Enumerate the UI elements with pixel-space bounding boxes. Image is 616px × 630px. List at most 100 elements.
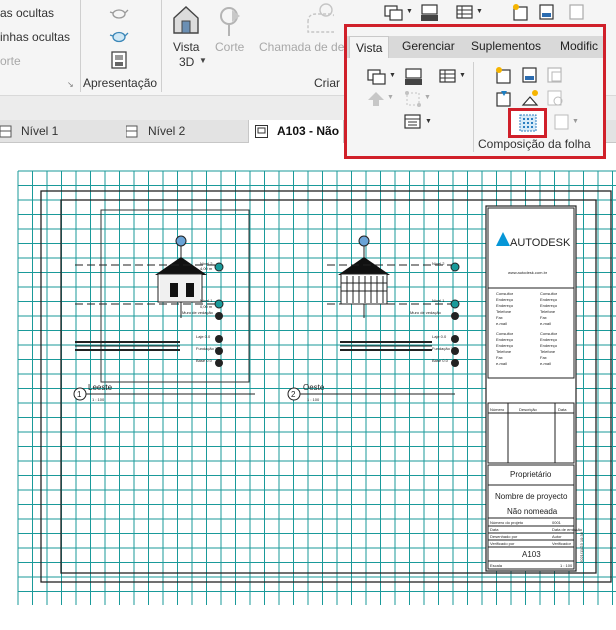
dialog-launcher-icon[interactable]: ↘: [67, 80, 74, 89]
consultant-line-right: Consultor: [540, 291, 558, 296]
section-icon[interactable]: [218, 5, 244, 37]
titleblock-row-value: 0001: [552, 520, 562, 525]
chevron-down-icon[interactable]: ▼: [476, 8, 483, 15]
consultant-line-right-2: Consultor: [540, 331, 558, 336]
duplicate-view-icon[interactable]: [383, 5, 405, 21]
tab-gerenciar[interactable]: Gerenciar: [402, 39, 455, 53]
revisions-icon[interactable]: [568, 3, 586, 21]
autodesk-logo: AUTODESK: [510, 237, 571, 249]
consultant-line-left-2: Fax: [496, 355, 503, 360]
svg-text:www.autodesk.com.br: www.autodesk.com.br: [508, 270, 548, 275]
cut-item[interactable]: orte: [0, 54, 21, 68]
schedules-icon[interactable]: [456, 5, 474, 19]
chevron-down-icon[interactable]: ▼: [406, 8, 413, 15]
teapot-icon[interactable]: [109, 4, 129, 20]
chevron-down-icon[interactable]: ▼: [425, 118, 432, 125]
titleblock-row-value: Verificador: [552, 541, 572, 546]
popup-tab-bar: Vista Gerenciar Suplementos Modific: [347, 36, 603, 58]
consultant-line-right: Endereço: [540, 303, 558, 308]
titleblock-row-label: Número do projeto: [490, 520, 524, 525]
tab-modificar[interactable]: Modific: [560, 39, 598, 53]
view-reference-icon[interactable]: [404, 114, 422, 130]
sheet-icon[interactable]: [495, 66, 513, 84]
legends-icon[interactable]: [420, 4, 440, 22]
level-label: Nível 1: [200, 298, 213, 303]
level-label: Muro de vedação: [410, 310, 442, 315]
title-block[interactable]: AUTODESK www.autodesk.com.br Consultor Co…: [485, 205, 584, 572]
corte-label[interactable]: Corte: [215, 40, 244, 54]
level-label: Base 0.0: [196, 358, 213, 363]
viewports-button-highlight[interactable]: [508, 108, 547, 138]
consultant-line-left: Telefone: [496, 309, 512, 314]
matchline-view-icon[interactable]: [546, 89, 564, 107]
chevron-down-icon[interactable]: ▼: [389, 72, 396, 79]
schedules-icon[interactable]: [439, 69, 457, 83]
chevron-down-icon[interactable]: ▼: [424, 94, 431, 101]
matchline-icon[interactable]: [404, 90, 422, 108]
title-block-icon[interactable]: [521, 66, 539, 84]
hidden-lines-item-2[interactable]: inhas ocultas: [0, 30, 70, 44]
ribbon-callout-popup: Vista Gerenciar Suplementos Modific ▼ ▼ …: [344, 24, 606, 159]
level-label: Fundação 1: [432, 346, 454, 351]
legends-icon[interactable]: [404, 68, 424, 86]
sheet-icon[interactable]: [512, 3, 530, 21]
sheet-name: Não nomeada: [507, 507, 558, 516]
sheet-canvas[interactable]: Nível 2 4,00 m Nível 1 0,00 m Muro de ve…: [0, 143, 616, 630]
composicao-group-label: Composição da folha: [478, 137, 591, 151]
revit-window: as ocultas inhas ocultas orte ↘ Apresent…: [0, 0, 616, 630]
tab-nivel-1[interactable]: Nível 1: [21, 120, 58, 143]
tab-suplementos[interactable]: Suplementos: [471, 39, 541, 53]
titleblock-row-value: Data de emissão: [552, 527, 583, 532]
svg-text:1: 1: [77, 390, 82, 399]
consultant-line-left-2: Endereço: [496, 337, 514, 342]
render-teapot-icon[interactable]: [109, 27, 129, 45]
title-block-icon[interactable]: [538, 3, 556, 21]
consultant-line-left: Fax: [496, 315, 503, 320]
revisions-icon[interactable]: [546, 66, 564, 84]
svg-text:Descrição: Descrição: [519, 407, 538, 412]
svg-text:Leeste: Leeste: [88, 383, 113, 392]
viewports-grid-icon: [519, 114, 537, 132]
tab-vista[interactable]: Vista: [349, 36, 390, 58]
tab-a103-label: A103 - Não: [277, 124, 340, 138]
svg-text:1 : 100: 1 : 100: [92, 397, 105, 402]
consultant-line-left-2: Consultor: [496, 331, 514, 336]
guide-grid-icon[interactable]: [521, 88, 539, 108]
chevron-down-icon[interactable]: ▼: [199, 56, 207, 65]
apresentacao-group-label: Apresentação: [83, 76, 158, 90]
consultant-line-right: Telefone: [540, 309, 556, 314]
consultant-line-right: Fax: [540, 315, 547, 320]
consultant-line-right-2: e-mail: [540, 361, 551, 366]
revision-cloud-icon[interactable]: [553, 113, 571, 131]
consultant-line-left: e-mail: [496, 321, 507, 326]
level-label: Laje 0.0: [432, 334, 447, 339]
vista-3d-sub-label[interactable]: 3D: [179, 55, 194, 69]
titleblock-row-value: Autor: [552, 534, 562, 539]
chevron-down-icon[interactable]: ▼: [459, 72, 466, 79]
duplicate-view-icon[interactable]: [366, 69, 388, 85]
chamada-label[interactable]: Chamada de de: [259, 40, 344, 54]
arrow-up-icon[interactable]: [367, 91, 385, 107]
vista-3d-label[interactable]: Vista: [173, 40, 199, 54]
sheet-number: A103: [522, 550, 541, 559]
owner-label: Proprietário: [510, 470, 552, 479]
tab-a103[interactable]: A103 - Não: [248, 120, 344, 143]
tab-nivel-2[interactable]: Nível 2: [148, 120, 185, 143]
level-label: Nível 2: [432, 261, 445, 266]
render-gallery-icon[interactable]: [111, 51, 127, 69]
titleblock-row-label: Data: [490, 527, 499, 532]
hidden-lines-item[interactable]: as ocultas: [0, 6, 54, 20]
consultant-line-left-2: e-mail: [496, 361, 507, 366]
svg-text:Oeste: Oeste: [303, 383, 325, 392]
callout-icon[interactable]: [306, 2, 334, 36]
consultant-line-right: e-mail: [540, 321, 551, 326]
criar-group-label: Criar: [314, 76, 340, 90]
place-view-icon[interactable]: [495, 89, 513, 107]
svg-text:Escala: Escala: [490, 563, 503, 568]
floor-plan-icon: [126, 125, 138, 138]
chevron-down-icon[interactable]: ▼: [387, 94, 394, 101]
house-3d-icon[interactable]: [171, 4, 201, 36]
level-value: 0,00 m: [200, 304, 213, 309]
level-label: Fundação 1: [196, 346, 218, 351]
chevron-down-icon[interactable]: ▼: [572, 118, 579, 125]
